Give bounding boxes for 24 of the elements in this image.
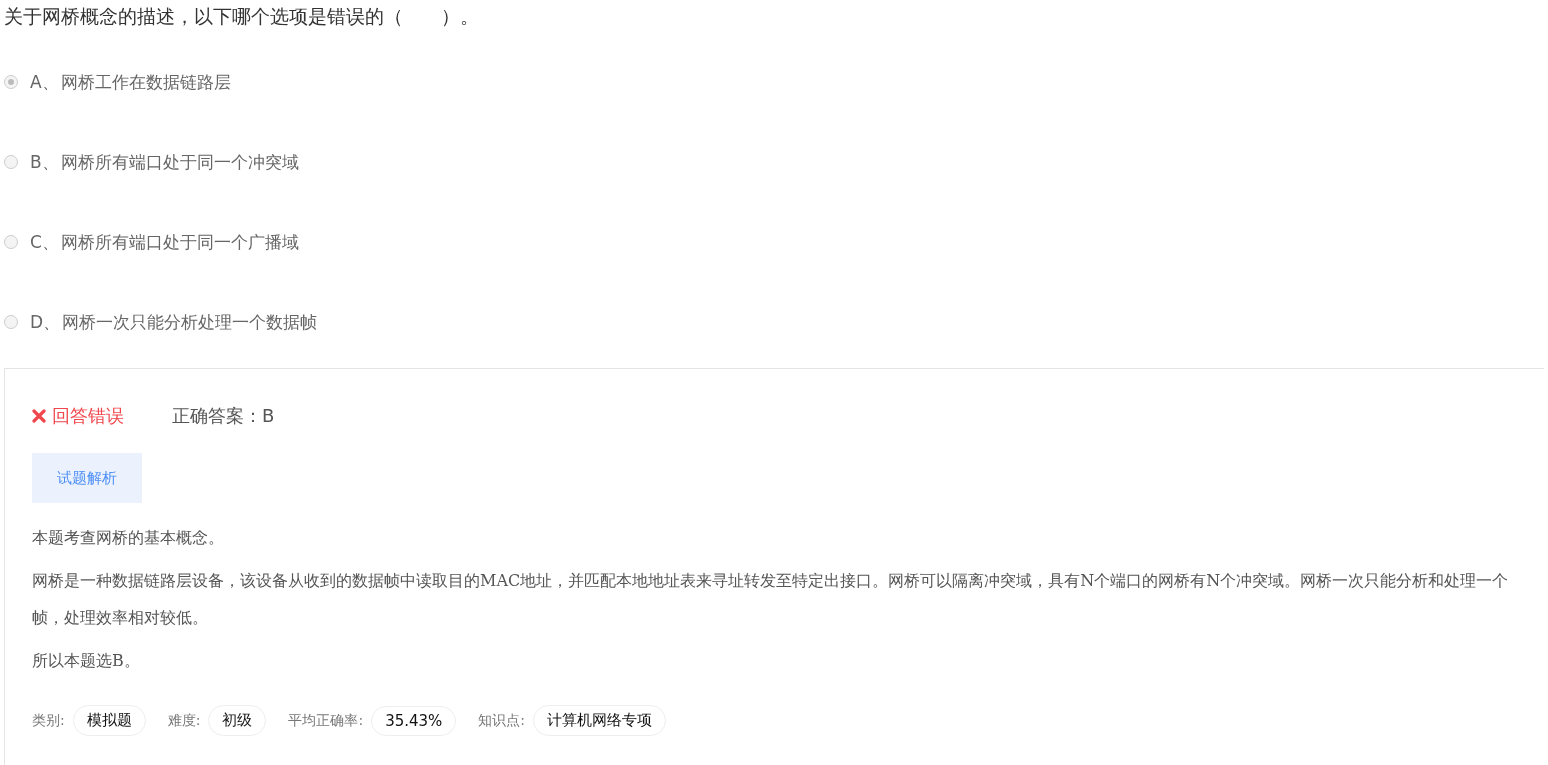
analysis-paragraph: 所以本题选B。 bbox=[32, 650, 141, 672]
meta-label: 难度: bbox=[167, 711, 201, 730]
result-status: 回答错误 bbox=[52, 404, 124, 428]
option-text: 网桥一次只能分析处理一个数据帧 bbox=[62, 310, 318, 334]
meta-label: 类别: bbox=[32, 711, 65, 730]
radio-button[interactable] bbox=[4, 315, 18, 329]
option-letter: C、 bbox=[30, 230, 59, 254]
question-text: 关于网桥概念的描述，以下哪个选项是错误的（ ）。 bbox=[4, 4, 480, 29]
option-letter: B、 bbox=[30, 150, 59, 174]
option-letter: A、 bbox=[30, 70, 59, 94]
radio-button[interactable] bbox=[4, 155, 18, 169]
analysis-paragraph: 本题考查网桥的基本概念。 bbox=[32, 527, 225, 549]
correct-answer: 正确答案：B bbox=[172, 404, 275, 428]
option-text: 网桥所有端口处于同一个广播域 bbox=[60, 230, 299, 254]
cross-icon bbox=[32, 409, 46, 423]
option-letter: D、 bbox=[30, 310, 61, 334]
radio-button[interactable] bbox=[4, 75, 18, 89]
option-text: 网桥所有端口处于同一个冲突域 bbox=[60, 150, 299, 174]
analysis-tab[interactable]: 试题解析 bbox=[32, 453, 142, 503]
option-text: 网桥工作在数据链路层 bbox=[60, 70, 231, 94]
analysis-paragraph: 网桥是一种数据链路层设备，该设备从收到的数据帧中读取目的MAC地址，并匹配本地地址表来寻址转发至特定出接口。网桥可以隔离冲突域，具有N个端口的网桥有N个冲突域。网桥一次只能分析和处理一个帧，处理效率相对较低。 bbox=[32, 570, 1510, 629]
meta-label: 知识点: bbox=[478, 711, 526, 730]
meta-label: 平均正确率: bbox=[288, 711, 364, 730]
radio-button[interactable] bbox=[4, 235, 18, 249]
